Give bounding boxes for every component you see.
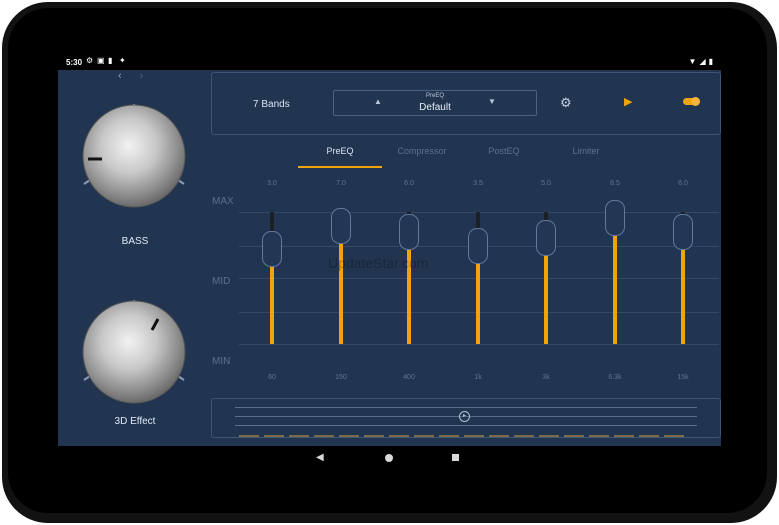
wifi-icon: ▼ bbox=[688, 57, 697, 66]
band-slider-thumb[interactable] bbox=[399, 213, 419, 250]
band-frequency-label: 400 bbox=[403, 374, 415, 381]
band-slider-fill bbox=[476, 262, 480, 344]
grid-line bbox=[239, 344, 719, 345]
home-icon[interactable] bbox=[385, 454, 393, 462]
back-icon[interactable]: ◀ bbox=[316, 452, 324, 463]
band-slider-thumb[interactable] bbox=[262, 230, 282, 267]
band-slider-fill bbox=[613, 234, 617, 344]
gear-icon[interactable]: ⚙ bbox=[560, 95, 572, 111]
band-frequency-label: 1k bbox=[474, 374, 482, 381]
band-frequency-label: 6.3k bbox=[608, 374, 622, 381]
recents-icon[interactable] bbox=[452, 454, 459, 461]
marker-icon[interactable]: ▸ bbox=[459, 411, 470, 422]
3d-effect-label: 3D Effect bbox=[114, 416, 156, 427]
preset-caption: PreEQ bbox=[425, 93, 444, 99]
band-slider-thumb[interactable] bbox=[536, 220, 556, 257]
tab-limiter[interactable]: Limiter bbox=[544, 146, 628, 156]
play-icon[interactable]: ▶ bbox=[624, 95, 632, 108]
signal-icon: ◢ bbox=[699, 57, 706, 66]
power-toggle[interactable] bbox=[683, 97, 700, 106]
status-bar: 5:30 ⚙ ▣ ▮ ✦ ▼ ◢ ▮ bbox=[58, 56, 721, 70]
spectrum-bars bbox=[239, 435, 684, 437]
system-nav-bar: ◀ bbox=[58, 446, 721, 472]
band-frequency-label: 60 bbox=[268, 374, 276, 381]
band-frequency-label: 3k bbox=[542, 374, 550, 381]
band-gain-label: 3.0 bbox=[267, 180, 277, 187]
band-slider-thumb[interactable] bbox=[605, 200, 625, 237]
band-slider-thumb[interactable] bbox=[468, 228, 488, 265]
eq-sliders: MAX MID MIN 3.0 60 7.0 150 6.0 400 3.5 1k 5.0 3k 8… bbox=[211, 180, 721, 400]
bass-knob[interactable] bbox=[78, 100, 190, 217]
bands-count-label[interactable]: 7 Bands bbox=[253, 99, 290, 110]
mid-label: MID bbox=[212, 276, 231, 287]
band-gain-label: 8.5 bbox=[610, 180, 620, 187]
tab-posteq[interactable]: PostEQ bbox=[462, 146, 546, 156]
band-slider-thumb[interactable] bbox=[673, 213, 693, 250]
band-slider-fill bbox=[270, 264, 274, 344]
equalizer-panel: 7 Bands ▲ PreEQ Default ▼ ⚙ ▶ PreEQ Comp… bbox=[211, 70, 721, 446]
eq-toolbar: 7 Bands ▲ PreEQ Default ▼ ⚙ ▶ bbox=[211, 72, 721, 135]
band-slider-fill bbox=[681, 247, 685, 344]
chevron-right-icon[interactable]: › bbox=[140, 70, 144, 82]
bass-label: BASS bbox=[121, 236, 149, 247]
band-slider-thumb[interactable] bbox=[331, 208, 351, 245]
app-screen: 5:30 ⚙ ▣ ▮ ✦ ▼ ◢ ▮ ‹ › BASS 3D Effect 7 … bbox=[58, 56, 721, 446]
band-gain-label: 6.0 bbox=[404, 180, 414, 187]
min-label: MIN bbox=[212, 356, 231, 367]
status-time: 5:30 bbox=[66, 58, 83, 67]
band-gain-label: 6.0 bbox=[678, 180, 688, 187]
effects-panel: ‹ › BASS 3D Effect bbox=[58, 70, 208, 446]
band-gain-label: 7.0 bbox=[336, 180, 346, 187]
preset-selector[interactable]: ▲ PreEQ Default ▼ bbox=[333, 90, 537, 116]
watermark: UpdateStar.com bbox=[328, 255, 429, 271]
band-gain-label: 5.0 bbox=[541, 180, 551, 187]
a-icon: ▣ bbox=[97, 56, 105, 65]
band-frequency-label: 150 bbox=[335, 374, 347, 381]
sd-card-icon: ▮ bbox=[108, 56, 113, 65]
band-slider-fill bbox=[544, 254, 548, 344]
preset-value: Default bbox=[419, 102, 451, 113]
tab-preeq[interactable]: PreEQ bbox=[298, 146, 382, 156]
active-tab-indicator bbox=[298, 166, 382, 168]
chevron-down-icon[interactable]: ▼ bbox=[488, 97, 496, 106]
tab-bar: PreEQ Compressor PostEQ Limiter bbox=[298, 146, 638, 168]
band-frequency-label: 15k bbox=[677, 374, 689, 381]
settings-icon: ⚙ bbox=[86, 56, 94, 65]
tab-compressor[interactable]: Compressor bbox=[380, 146, 464, 156]
max-label: MAX bbox=[212, 196, 234, 207]
location-icon: ✦ bbox=[119, 56, 126, 65]
3d-effect-knob[interactable] bbox=[78, 296, 190, 413]
band-gain-label: 3.5 bbox=[473, 180, 483, 187]
spectrum-panel: ▸ bbox=[211, 398, 721, 438]
battery-icon: ▮ bbox=[708, 57, 713, 66]
chevron-left-icon[interactable]: ‹ bbox=[118, 70, 122, 82]
